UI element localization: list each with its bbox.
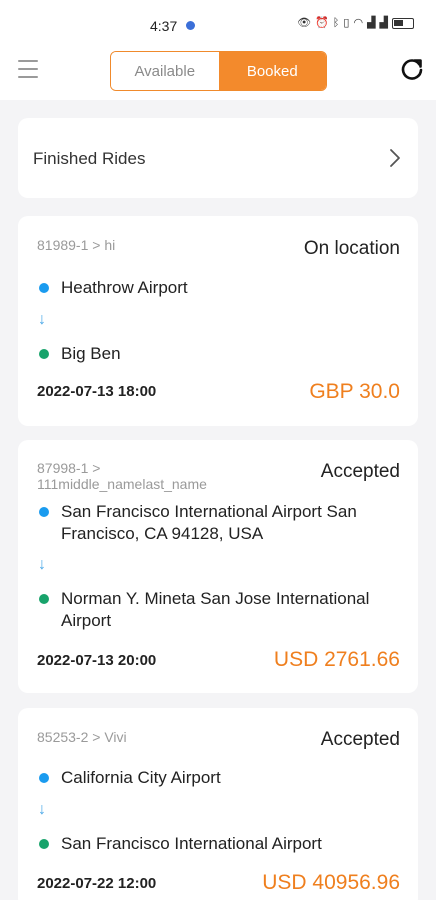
- ride-price: USD 2761.66: [273, 648, 400, 671]
- ride-datetime: 2022-07-13 18:00: [37, 383, 157, 400]
- signal-icon: ▟: [379, 17, 388, 29]
- notification-dot-icon: [186, 21, 195, 30]
- pickup-text: Francisco, CA 94128, USA: [61, 524, 264, 543]
- dropoff-location: Big Ben: [37, 343, 404, 365]
- dropoff-text: Airport: [61, 611, 112, 630]
- pickup-text: California City Airport: [61, 768, 221, 787]
- ride-status: Accepted: [320, 461, 400, 482]
- ride-price: GBP 30.0: [309, 380, 400, 403]
- ride-status: On location: [303, 238, 400, 259]
- arrow-down-icon: ↓: [38, 311, 46, 328]
- ride-id: 87998-1 > 111middle_namelast_name: [37, 460, 207, 492]
- status-icons: 👁 ⏰ ᛒ ▯ ◠ ▟ ▟: [297, 16, 414, 30]
- ride-id: 85253-2 > Vivi: [37, 729, 127, 745]
- battery-icon: [392, 17, 414, 29]
- vibrate-icon: ▯: [343, 17, 350, 29]
- alarm-icon: ⏰: [315, 17, 329, 29]
- pickup-dot-icon: [39, 507, 49, 517]
- ride-tabs: Available Booked: [110, 51, 327, 91]
- signal-icon: ▟: [367, 17, 376, 29]
- ride-card[interactable]: 81989-1 > hi On location Heathrow Airpor…: [18, 216, 418, 426]
- app-header: Available Booked: [0, 48, 436, 100]
- arrow-down-icon: ↓: [38, 801, 46, 818]
- pickup-dot-icon: [39, 283, 49, 293]
- dropoff-location: San Francisco International Airport: [37, 833, 404, 855]
- tab-available[interactable]: Available: [111, 52, 219, 90]
- dropoff-dot-icon: [39, 349, 49, 359]
- ride-card[interactable]: 87998-1 > 111middle_namelast_name Accept…: [18, 440, 418, 693]
- pickup-dot-icon: [39, 773, 49, 783]
- dropoff-text: Norman Y. Mineta San Jose International: [61, 589, 370, 608]
- dropoff-dot-icon: [39, 839, 49, 849]
- dropoff-text: Big Ben: [61, 344, 121, 363]
- pickup-text: San Francisco International Airport San: [61, 502, 357, 521]
- ride-id: 81989-1 > hi: [37, 237, 116, 253]
- ride-id-line: 111middle_namelast_name: [37, 476, 207, 492]
- arrow-down-icon: ↓: [38, 556, 46, 573]
- chevron-right-icon: [390, 149, 400, 167]
- refresh-icon[interactable]: [399, 56, 425, 82]
- menu-icon[interactable]: [18, 60, 38, 78]
- bluetooth-icon: ᛒ: [332, 17, 340, 29]
- ride-datetime: 2022-07-13 20:00: [37, 652, 157, 669]
- finished-rides-label: Finished Rides: [33, 149, 146, 168]
- finished-rides-row[interactable]: Finished Rides: [18, 118, 418, 198]
- pickup-location: California City Airport: [37, 767, 404, 789]
- wifi-icon: ◠: [353, 17, 364, 29]
- dropoff-location: Norman Y. Mineta San Jose International …: [37, 588, 404, 632]
- pickup-location: Heathrow Airport: [37, 277, 404, 299]
- status-bar: 4:37 👁 ⏰ ᛒ ▯ ◠ ▟ ▟: [0, 0, 436, 48]
- top-bar: 4:37 👁 ⏰ ᛒ ▯ ◠ ▟ ▟ Available Booked: [0, 0, 436, 100]
- pickup-location: San Francisco International Airport San …: [37, 501, 404, 545]
- tab-booked[interactable]: Booked: [218, 52, 326, 90]
- ride-card[interactable]: 85253-2 > Vivi Accepted California City …: [18, 708, 418, 900]
- eye-icon: 👁: [297, 17, 312, 29]
- dropoff-dot-icon: [39, 594, 49, 604]
- ride-datetime: 2022-07-22 12:00: [37, 875, 157, 892]
- ride-price: USD 40956.96: [262, 871, 400, 894]
- ride-id-line: 87998-1 >: [37, 460, 101, 476]
- ride-status: Accepted: [320, 729, 400, 750]
- status-time: 4:37: [150, 18, 178, 34]
- pickup-text: Heathrow Airport: [61, 278, 188, 297]
- dropoff-text: San Francisco International Airport: [61, 834, 322, 853]
